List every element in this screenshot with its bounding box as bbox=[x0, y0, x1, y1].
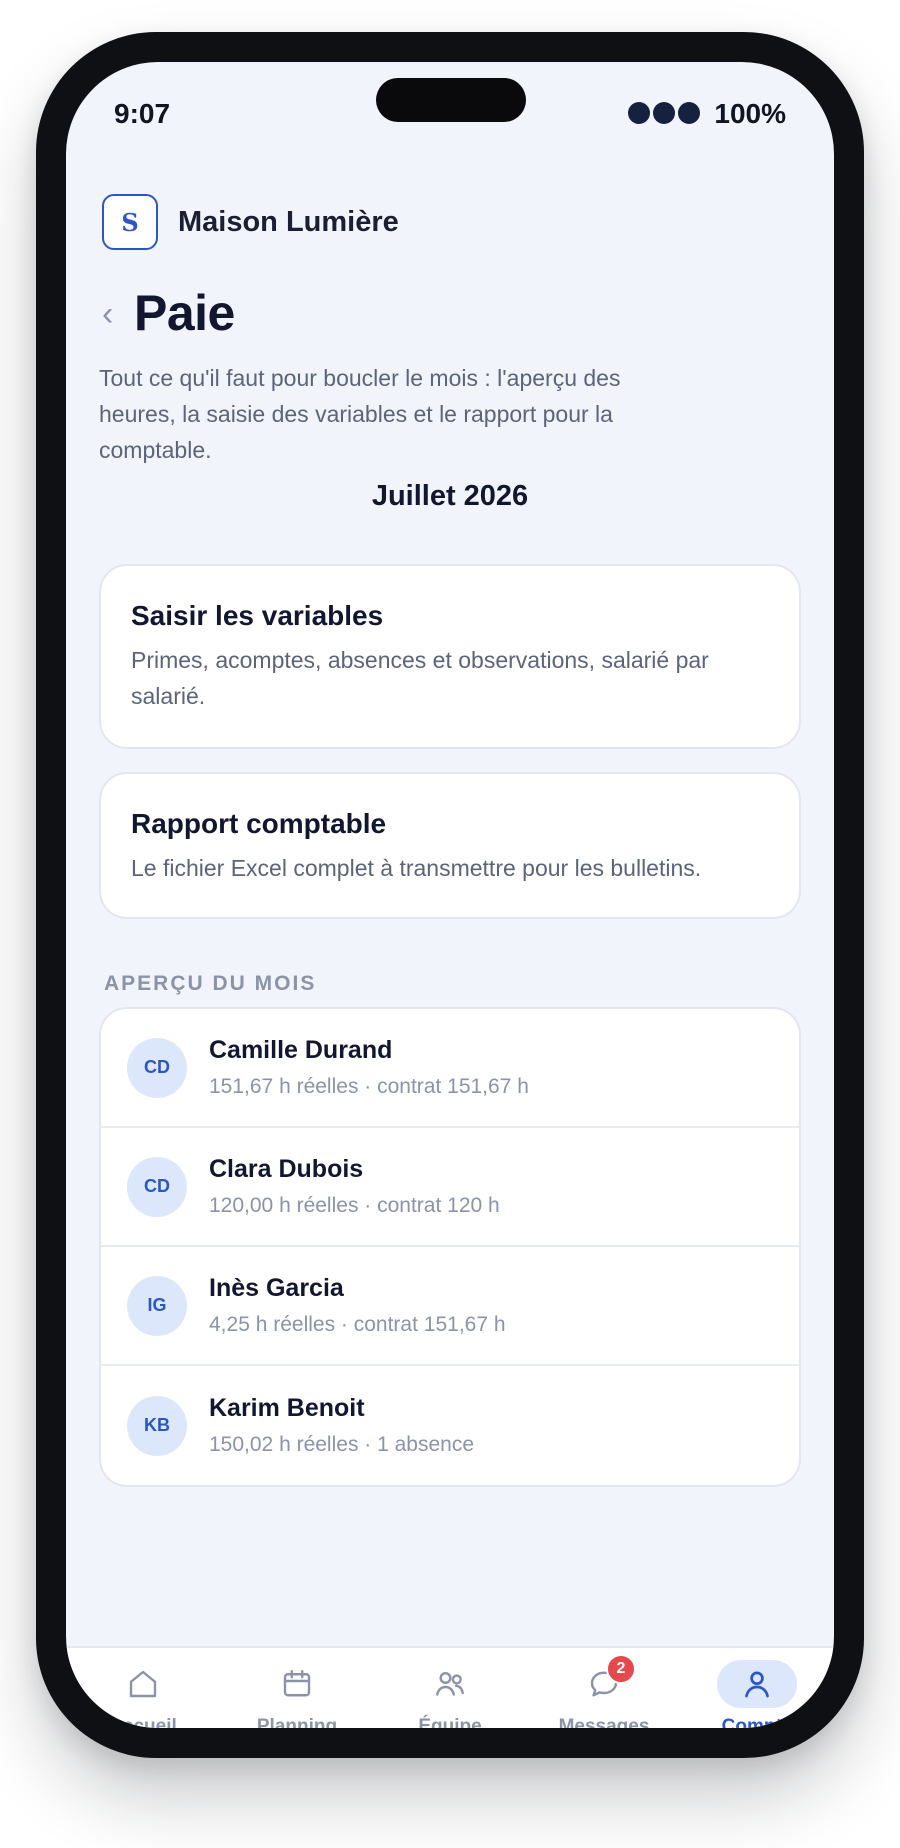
org-name: Maison Lumière bbox=[178, 205, 399, 238]
signal-icon bbox=[628, 102, 700, 124]
tab-planning[interactable]: Planning bbox=[220, 1648, 374, 1728]
unread-badge: 2 bbox=[606, 1654, 636, 1684]
avatar: IG bbox=[127, 1275, 187, 1336]
tab-bar: Accueil Planning Équipe 2 Messages Compt… bbox=[66, 1646, 834, 1728]
month-label: Juillet 2026 bbox=[371, 480, 529, 512]
employee-name: Clara Dubois bbox=[209, 1155, 364, 1183]
employee-name: Karim Benoit bbox=[209, 1394, 365, 1422]
org-header: S Maison Lumière bbox=[102, 194, 399, 250]
avatar: CD bbox=[127, 1156, 187, 1217]
tab-label: Accueil bbox=[109, 1716, 177, 1728]
dynamic-island bbox=[376, 78, 526, 122]
tab-label: Planning bbox=[256, 1716, 338, 1728]
card-description: Le fichier Excel complet à transmettre p… bbox=[131, 855, 702, 881]
avatar: KB bbox=[127, 1395, 187, 1456]
accounting-report-card[interactable]: Rapport comptable Le fichier Excel compl… bbox=[99, 772, 801, 919]
chevron-left-icon[interactable]: ‹ bbox=[102, 295, 132, 334]
employee-hours: 4,25 h réelles · contrat 151,67 h bbox=[209, 1313, 506, 1336]
phone-frame: 9:07 100% S Maison Lumière ‹ Paie Tout c… bbox=[36, 32, 864, 1758]
app-screen: 9:07 100% S Maison Lumière ‹ Paie Tout c… bbox=[66, 62, 834, 1728]
employee-hours: 150,02 h réelles · 1 absence bbox=[209, 1433, 475, 1456]
variables-card[interactable]: Saisir les variables Primes, acomptes, a… bbox=[99, 564, 801, 749]
list-item[interactable]: CD Clara Dubois 120,00 h réelles · contr… bbox=[101, 1128, 799, 1247]
list-item[interactable]: IG Inès Garcia 4,25 h réelles · contrat … bbox=[101, 1247, 799, 1366]
list-item[interactable]: CD Camille Durand 151,67 h réelles · con… bbox=[101, 1009, 799, 1128]
tab-messages[interactable]: 2 Messages bbox=[527, 1648, 681, 1728]
tab-accueil[interactable]: Accueil bbox=[66, 1648, 220, 1728]
avatar: CD bbox=[127, 1037, 187, 1098]
page-header: ‹ Paie bbox=[102, 284, 235, 342]
tab-label: Compte bbox=[721, 1716, 793, 1728]
employee-name: Inès Garcia bbox=[209, 1274, 344, 1302]
status-time: 9:07 bbox=[114, 98, 171, 129]
tab-compte[interactable]: Compte bbox=[680, 1648, 834, 1728]
tab-label: Équipe bbox=[418, 1716, 482, 1728]
card-title: Rapport comptable bbox=[131, 808, 387, 839]
battery-level: 100% bbox=[714, 98, 786, 129]
page-intro: Tout ce qu'il faut pour boucler le mois … bbox=[99, 365, 621, 463]
tab-label: Messages bbox=[558, 1716, 650, 1728]
card-title: Saisir les variables bbox=[131, 600, 384, 631]
team-icon bbox=[436, 1672, 464, 1696]
status-bar: 9:07 100% bbox=[66, 62, 834, 172]
section-label: APERÇU DU MOIS bbox=[104, 972, 317, 995]
list-item[interactable]: KB Karim Benoit 150,02 h réelles · 1 abs… bbox=[101, 1366, 799, 1485]
calendar-icon bbox=[283, 1670, 311, 1697]
employee-name: Camille Durand bbox=[209, 1036, 393, 1064]
employee-hours: 151,67 h réelles · contrat 151,67 h bbox=[209, 1075, 529, 1098]
employee-list: CD Camille Durand 151,67 h réelles · con… bbox=[99, 1007, 801, 1487]
home-icon bbox=[129, 1670, 157, 1698]
tab-equipe[interactable]: Équipe bbox=[373, 1648, 527, 1728]
page-title: Paie bbox=[134, 285, 235, 341]
card-description: Primes, acomptes, absences et observatio… bbox=[131, 647, 709, 709]
org-logo: S bbox=[102, 194, 158, 250]
user-icon bbox=[745, 1671, 769, 1698]
employee-hours: 120,00 h réelles · contrat 120 h bbox=[209, 1194, 500, 1217]
